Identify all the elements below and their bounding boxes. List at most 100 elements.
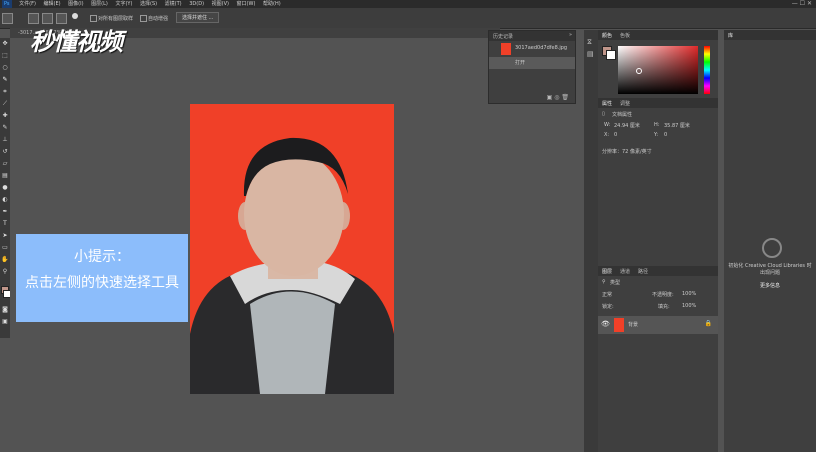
type-tool-icon[interactable]: T — [1, 220, 9, 228]
tab-adjustments[interactable]: 调整 — [620, 100, 630, 107]
layer-blend-row: 正常 不透明度: 100% — [598, 288, 718, 300]
brush-size-icon[interactable] — [72, 13, 78, 19]
color-panel-header: 颜色 色板 — [598, 30, 718, 40]
layer-row-background[interactable]: 👁 背景 🔒 — [598, 316, 718, 334]
gradient-tool-icon[interactable]: ▤ — [1, 172, 9, 180]
crop-tool-icon[interactable]: ⌗ — [1, 88, 9, 96]
quick-selection-tool-icon[interactable]: ✎ — [1, 76, 9, 84]
tab-layers[interactable]: 图层 — [602, 268, 612, 275]
eraser-tool-icon[interactable]: ▱ — [1, 160, 9, 168]
lasso-tool-icon[interactable]: ○ — [1, 64, 9, 72]
menu-window[interactable]: 窗口(W) — [237, 0, 256, 8]
layers-panel-header: 图层 通道 路径 — [598, 266, 718, 276]
marquee-tool-icon[interactable]: ⬚ — [1, 52, 9, 60]
x-value[interactable]: 0 — [614, 132, 617, 138]
menu-3d[interactable]: 3D(D) — [189, 0, 204, 8]
screen-mode-icon[interactable]: ▣ — [1, 318, 9, 326]
history-panel-icon[interactable]: ⧖ — [587, 38, 592, 47]
history-brush-tool-icon[interactable]: ↺ — [1, 148, 9, 156]
tab-color[interactable]: 颜色 — [602, 32, 612, 39]
y-value[interactable]: 0 — [664, 132, 667, 138]
menu-layer[interactable]: 图层(L) — [91, 0, 108, 8]
menu-view[interactable]: 视图(V) — [212, 0, 229, 8]
fill-value[interactable]: 100% — [682, 303, 696, 309]
collapsed-panel-strip: ⧖ ▤ — [584, 30, 598, 452]
history-snapshot-thumb — [501, 43, 511, 55]
width-value[interactable]: 24.94 厘米 — [614, 122, 640, 129]
tab-paths[interactable]: 路径 — [638, 268, 648, 275]
options-bar: 对所有图层取样 自动增强 选择并遮住 ... — [0, 8, 816, 29]
history-tab[interactable]: 历史记录 — [493, 33, 513, 40]
libraries-panel: 库 初始化 Creative Cloud Libraries 时出现问题 更多信… — [724, 30, 816, 452]
auto-enhance-label: 自动增强 — [148, 16, 169, 22]
home-icon[interactable] — [2, 13, 13, 24]
history-footer: ▣ ◎ 🗑 — [547, 94, 569, 101]
props-pos-row: X: 0 Y: 0 — [598, 132, 718, 142]
new-document-from-state-icon[interactable]: ▣ — [547, 94, 553, 101]
layer-lock-icon: 🔒 — [704, 320, 712, 327]
menu-type[interactable]: 文字(Y) — [115, 0, 132, 8]
healing-brush-tool-icon[interactable]: ✚ — [1, 112, 9, 120]
history-step-row[interactable]: 打开 — [489, 57, 575, 69]
eyedropper-tool-icon[interactable]: ⟋ — [1, 100, 9, 108]
hand-tool-icon[interactable]: ✋ — [1, 256, 9, 264]
history-collapse-icon[interactable]: » — [569, 32, 572, 38]
rectangle-tool-icon[interactable]: ▭ — [1, 244, 9, 252]
x-label: X: — [604, 132, 610, 138]
height-value[interactable]: 35.87 厘米 — [664, 122, 690, 129]
layer-kind-select[interactable]: 类型 — [610, 279, 620, 286]
color-panel: 颜色 色板 — [598, 30, 718, 98]
doc-props-title: 文档属性 — [612, 112, 633, 118]
dodge-tool-icon[interactable]: ◐ — [1, 196, 9, 204]
new-snapshot-icon[interactable]: ◎ — [554, 94, 559, 101]
blur-tool-icon[interactable]: ● — [1, 184, 9, 192]
blend-mode-select[interactable]: 正常 — [602, 291, 612, 298]
menu-image[interactable]: 图像(I) — [68, 0, 83, 8]
menu-bar: Ps 文件(F) 编辑(E) 图像(I) 图层(L) 文字(Y) 选择(S) 滤… — [0, 0, 816, 8]
zoom-tool-icon[interactable]: ⚲ — [1, 268, 9, 276]
layer-name: 背景 — [628, 322, 639, 328]
ps-app-icon[interactable]: Ps — [2, 0, 12, 8]
document-photo[interactable] — [190, 104, 394, 394]
clone-stamp-tool-icon[interactable]: ⊥ — [1, 136, 9, 144]
tools-panel: ✥ ⬚ ○ ✎ ⌗ ⟋ ✚ ✎ ⊥ ↺ ▱ ▤ ● ◐ ✒ T ➤ ▭ ✋ ⚲ … — [0, 38, 11, 338]
menu-file[interactable]: 文件(F) — [19, 0, 36, 8]
color-picker-field[interactable] — [618, 46, 698, 94]
history-snapshot-row[interactable]: 3017aed0d7dfe8.jpg — [489, 41, 575, 57]
more-info-link[interactable]: 更多信息 — [728, 282, 812, 289]
menu-filter[interactable]: 滤镜(T) — [165, 0, 182, 8]
history-panel-header: 历史记录 » — [489, 31, 575, 41]
doc-props-row: ▯ 文档属性 — [598, 108, 718, 122]
color-bg-swatch[interactable] — [606, 50, 616, 60]
brush-tool-icon[interactable]: ✎ — [1, 124, 9, 132]
width-label: W: — [604, 122, 611, 128]
select-and-mask-button[interactable]: 选择并遮住 ... — [176, 12, 220, 23]
libraries-init-text: 初始化 Creative Cloud Libraries 时出现问题 — [728, 263, 812, 276]
layer-visibility-eye-icon[interactable]: 👁 — [601, 320, 610, 328]
menu-help[interactable]: 帮助(H) — [263, 0, 281, 8]
quick-mask-icon[interactable]: ◙ — [1, 306, 9, 314]
menu-select[interactable]: 选择(S) — [140, 0, 157, 8]
color-picker-cursor — [636, 68, 642, 74]
properties-panel-icon[interactable]: ▤ — [587, 50, 594, 58]
doc-props-icon: ▯ — [602, 111, 605, 117]
sample-all-layers-label: 对所有图层取样 — [98, 16, 134, 22]
tab-channels[interactable]: 通道 — [620, 268, 630, 275]
sample-all-layers-checkbox[interactable] — [90, 15, 97, 22]
pen-tool-icon[interactable]: ✒ — [1, 208, 9, 216]
tab-libraries[interactable]: 库 — [728, 32, 733, 39]
opacity-value[interactable]: 100% — [682, 291, 696, 297]
tab-swatches[interactable]: 色板 — [620, 32, 630, 39]
menu-edit[interactable]: 编辑(E) — [44, 0, 61, 8]
history-panel: 历史记录 » 3017aed0d7dfe8.jpg 打开 ▣ ◎ 🗑 — [488, 30, 576, 104]
path-selection-tool-icon[interactable]: ➤ — [1, 232, 9, 240]
properties-panel: 属性 调整 ▯ 文档属性 W: 24.94 厘米 H: 35.87 厘米 X: … — [598, 98, 718, 266]
move-tool-icon[interactable]: ✥ — [1, 40, 9, 48]
auto-enhance-checkbox[interactable] — [140, 15, 147, 22]
hue-slider[interactable] — [704, 46, 710, 94]
tab-properties[interactable]: 属性 — [602, 100, 612, 107]
window-controls[interactable]: — ☐ ✕ — [792, 0, 812, 7]
height-label: H: — [654, 122, 660, 128]
delete-state-icon[interactable]: 🗑 — [561, 94, 569, 101]
history-snapshot-label: 3017aed0d7dfe8.jpg — [515, 45, 568, 51]
